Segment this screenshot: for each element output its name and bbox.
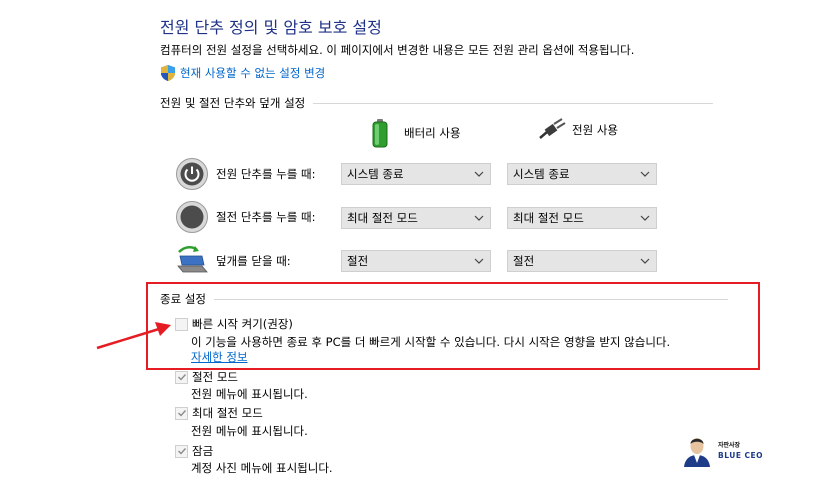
fast-startup-checkbox[interactable]	[175, 317, 188, 331]
chevron-down-icon	[640, 171, 650, 177]
hibernate-option-checkbox[interactable]	[175, 406, 188, 420]
shutdown-section-heading: 종료 설정	[160, 291, 728, 307]
checkmark-icon	[177, 410, 186, 417]
plugged-in-column-header: 전원 사용	[538, 118, 618, 142]
change-unavailable-settings-link[interactable]: 현재 사용할 수 없는 설정 변경	[160, 64, 325, 82]
power-button-battery-select[interactable]: 시스템 종료	[341, 163, 491, 185]
sleep-button-row: 절전 단추를 누를 때:	[175, 200, 315, 234]
section-divider	[213, 298, 728, 300]
watermark-avatar	[680, 433, 714, 467]
power-button-row: 전원 단추를 누를 때:	[175, 157, 315, 191]
laptop-lid-icon	[175, 244, 209, 278]
red-arrow-icon	[96, 322, 171, 350]
battery-column-header: 배터리 사용	[370, 118, 461, 148]
select-value: 시스템 종료	[347, 167, 404, 181]
chevron-down-icon	[640, 258, 650, 264]
checkmark-icon	[177, 374, 186, 381]
sleep-button-icon	[175, 200, 209, 234]
select-value: 시스템 종료	[513, 167, 570, 181]
lock-option-description: 계정 사진 메뉴에 표시됩니다.	[191, 461, 333, 475]
select-value: 최대 절전 모드	[513, 211, 584, 225]
sleep-button-battery-select[interactable]: 최대 절전 모드	[341, 207, 491, 229]
uac-shield-icon	[160, 64, 176, 82]
power-button-plugged-select[interactable]: 시스템 종료	[507, 163, 657, 185]
lid-close-battery-select[interactable]: 절전	[341, 250, 491, 272]
watermark-name: 자판사장	[718, 442, 741, 449]
lock-option-checkbox[interactable]	[175, 444, 188, 458]
lid-close-label: 덮개를 닫을 때:	[216, 254, 291, 268]
sleep-button-label: 절전 단추를 누를 때:	[216, 210, 316, 224]
sleep-option-label: 절전 모드	[192, 370, 238, 384]
checkmark-icon	[177, 448, 186, 455]
sleep-button-plugged-select[interactable]: 최대 절전 모드	[507, 207, 657, 229]
lock-option-label: 잠금	[192, 444, 214, 458]
lid-close-plugged-select[interactable]: 절전	[507, 250, 657, 272]
fast-startup-label: 빠른 시작 켜기(권장)	[192, 317, 293, 331]
fast-startup-checkbox-row[interactable]: 빠른 시작 켜기(권장)	[175, 316, 293, 332]
battery-column-label: 배터리 사용	[404, 126, 461, 140]
lock-option-row[interactable]: 잠금	[175, 443, 213, 459]
select-value: 절전	[513, 254, 535, 268]
hibernate-option-label: 최대 절전 모드	[192, 406, 263, 420]
chevron-down-icon	[474, 258, 484, 264]
select-value: 절전	[347, 254, 369, 268]
power-button-label: 전원 단추를 누를 때:	[216, 167, 316, 181]
page-description: 컴퓨터의 전원 설정을 선택하세요. 이 페이지에서 변경한 내용은 모든 전원…	[160, 43, 635, 57]
hibernate-option-row[interactable]: 최대 절전 모드	[175, 405, 263, 421]
lid-close-row: 덮개를 닫을 때:	[175, 244, 291, 278]
shutdown-section-heading-text: 종료 설정	[160, 292, 206, 306]
page-title: 전원 단추 정의 및 암호 보호 설정	[160, 18, 382, 37]
more-info-link[interactable]: 자세한 정보	[191, 349, 248, 365]
battery-icon	[370, 118, 390, 148]
change-unavailable-settings-label: 현재 사용할 수 없는 설정 변경	[180, 66, 326, 80]
sleep-option-description: 전원 메뉴에 표시됩니다.	[191, 387, 308, 401]
plugged-in-column-label: 전원 사용	[572, 123, 618, 137]
chevron-down-icon	[640, 215, 650, 221]
section-divider	[313, 102, 714, 104]
fast-startup-description: 이 기능을 사용하면 종료 후 PC를 더 빠르게 시작할 수 있습니다. 다시…	[191, 335, 671, 349]
power-buttons-section-heading: 전원 및 절전 단추와 덮개 설정	[160, 95, 714, 111]
power-button-icon	[175, 157, 209, 191]
chevron-down-icon	[474, 171, 484, 177]
watermark-brand: BLUE CEO	[718, 451, 764, 460]
sleep-option-checkbox[interactable]	[175, 370, 188, 384]
power-plug-icon	[538, 118, 566, 142]
power-section-heading-text: 전원 및 절전 단추와 덮개 설정	[160, 96, 306, 110]
sleep-option-row[interactable]: 절전 모드	[175, 369, 238, 385]
select-value: 최대 절전 모드	[347, 211, 418, 225]
hibernate-option-description: 전원 메뉴에 표시됩니다.	[191, 424, 308, 438]
chevron-down-icon	[474, 215, 484, 221]
